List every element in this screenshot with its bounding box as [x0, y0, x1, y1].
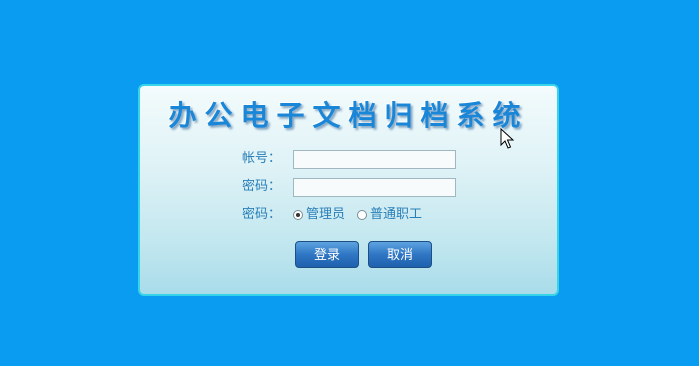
radio-staff-label[interactable]: 普通职工 — [370, 204, 422, 226]
password-label: 密码： — [242, 179, 282, 194]
account-label: 帐号： — [242, 151, 282, 166]
cancel-button[interactable]: 取消 — [368, 241, 432, 268]
login-button[interactable]: 登录 — [295, 241, 359, 268]
password-input[interactable] — [293, 178, 456, 197]
app-title: 办公电子文档归档系统 — [168, 99, 529, 132]
mouse-cursor-icon — [500, 128, 514, 149]
account-input[interactable] — [293, 150, 456, 169]
radio-admin-label[interactable]: 管理员 — [306, 204, 345, 226]
role-radio-group: 管理员 普通职工 — [293, 204, 434, 226]
login-panel: 办公电子文档归档系统 帐号： 密码： 密码： 管理员 普通职工 登录 取消 — [138, 84, 559, 296]
radio-staff[interactable] — [357, 210, 368, 220]
radio-admin[interactable] — [293, 210, 303, 220]
role-label: 密码： — [242, 207, 282, 222]
